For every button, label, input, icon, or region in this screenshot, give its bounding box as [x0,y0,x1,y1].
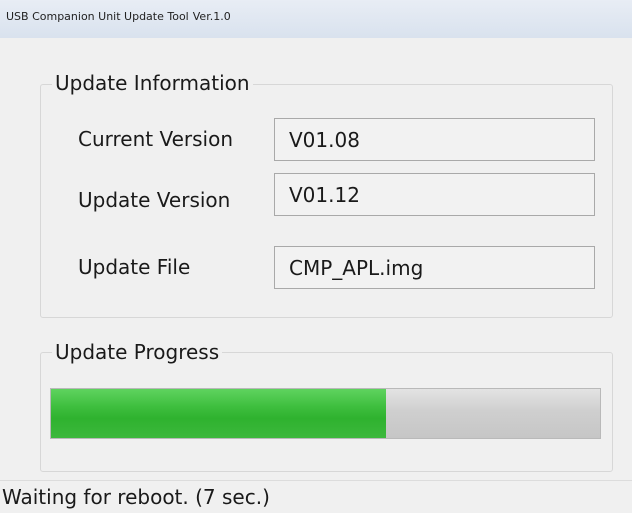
current-version-field: V01.08 [274,118,595,161]
update-information-label: Update Information [52,72,253,94]
update-progress-bar [50,388,601,439]
update-progress-label: Update Progress [52,341,223,363]
update-file-label: Update File [78,255,191,279]
window-version: Ver.1.0 [192,10,231,23]
window-title-text: USB Companion Unit Update Tool [6,10,189,23]
current-version-label: Current Version [78,127,234,151]
status-bar: Waiting for reboot. (7 sec.) [0,480,632,513]
update-version-label: Update Version [78,188,231,212]
update-version-field: V01.12 [274,173,595,216]
status-text: Waiting for reboot. (7 sec.) [2,485,270,509]
update-progress-fill [51,389,386,438]
title-bar[interactable]: USB Companion Unit Update Tool Ver.1.0 [0,0,632,38]
update-tool-window: USB Companion Unit Update Tool Ver.1.0 Up… [0,0,632,513]
update-file-field: CMP_APL.img [274,246,595,289]
window-title: USB Companion Unit Update Tool Ver.1.0 [6,10,231,23]
